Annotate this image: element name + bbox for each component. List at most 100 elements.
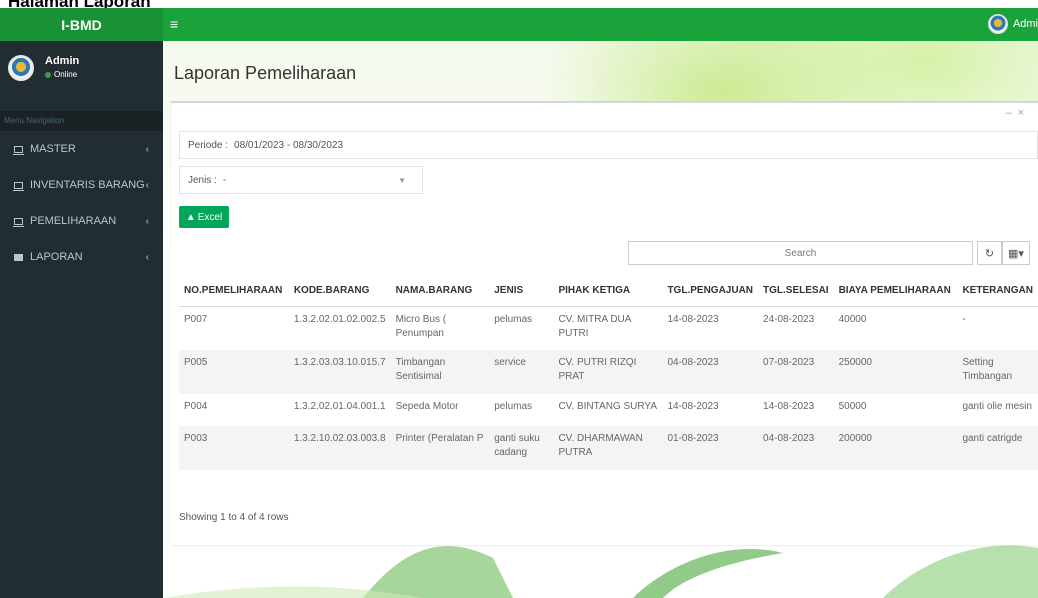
caret-down-icon: ▼ [398,175,406,185]
table-cell: service [489,350,554,394]
pagination-info: Showing 1 to 4 of 4 rows [179,512,289,523]
table-cell: 14-08-2023 [763,401,815,412]
table-cell: 14-08-2023 [667,401,719,412]
sidebar: Admin Online Menu Navigation MASTER ‹ IN… [0,41,163,598]
table-cell: 250000 [833,350,958,394]
sidebar-item-label: MASTER [30,143,76,155]
column-header[interactable]: JENIS [489,276,554,307]
box-tools: –× [1005,107,1030,119]
top-user-name: Admi [1012,18,1038,30]
table-row[interactable]: P004 1.3.2.02.01.04.001.1 Sepeda Motor p… [179,394,1038,426]
brand-logo[interactable]: I-BMD [0,8,163,41]
table-cell: ganti catrigde [957,426,1038,470]
table-cell: 1.3.2.02.01.04.001.1 [293,401,386,412]
table-cell: 04-08-2023 [662,350,759,394]
table-row[interactable]: P005 1.3.2.03.03.10.015.7 Timbangan Sent… [179,350,1038,394]
hamburger-menu-icon[interactable]: ≡ [170,16,178,32]
sidebar-item-inventaris-barang[interactable]: INVENTARIS BARANG ‹ [0,167,163,203]
table-cell: 1.3.2.02.01.02.002.5 [293,313,386,325]
column-header[interactable]: NO.PEMELIHARAAN [179,276,289,307]
refresh-button[interactable]: ↻ [977,241,1002,265]
search-input[interactable] [628,241,973,265]
content-area: Laporan Pemeliharaan –× Periode : 08/01/… [163,41,1038,598]
chevron-left-icon: ‹ [145,143,149,155]
column-header[interactable]: NAMA.BARANG [390,276,490,307]
column-header[interactable]: KODE.BARANG [288,276,391,307]
table-cell: 01-08-2023 [662,426,759,470]
table-cell: pelumas [494,313,533,325]
table-cell: 1.3.2.03.03.10.015.7 [288,350,391,394]
table-cell: pelumas [494,401,533,412]
upload-icon: ▲ [185,211,196,223]
table-cell: 50000 [838,401,867,412]
sidebar-item-label: INVENTARIS BARANG [30,179,145,191]
column-header[interactable]: TGL.PENGAJUAN [662,276,759,307]
avatar [8,55,34,81]
excel-button[interactable]: ▲ Excel [179,206,229,228]
table-cell: P005 [179,350,289,394]
envelope-icon [14,253,23,261]
table-cell: Sepeda Motor [395,401,459,412]
user-avatar-icon [987,14,1008,34]
column-header[interactable]: PIHAK KETIGA [553,276,663,307]
page-title: Laporan Pemeliharaan [174,63,357,83]
table-cell: ganti olie mesin [962,401,1032,412]
minimize-icon[interactable]: – [1005,107,1017,119]
table-cell: CV. BINTANG SURYA [558,401,657,412]
chevron-left-icon: ‹ [145,215,149,227]
columns-grid-icon: ▦▾ [1008,247,1024,260]
table-cell: 04-08-2023 [758,426,834,470]
table-cell: 07-08-2023 [758,350,834,394]
table-cell: CV. PUTRI RIZQI PRAT [553,350,663,394]
column-header[interactable]: KETERANGAN [957,276,1038,307]
table-cell: 1.3.2.10.02.03.003.8 [288,426,391,470]
user-status: Online [45,70,77,79]
table-cell: Printer (Peralatan P [390,426,490,470]
columns-toggle-button[interactable]: ▦▾ [1002,241,1030,265]
monitor-icon [13,181,24,191]
nav-header: Menu Navigation [0,111,163,131]
table-cell: 14-08-2023 [667,313,719,325]
sidebar-item-label: LAPORAN [30,251,83,263]
table-cell: CV. DHARMAWAN PUTRA [553,426,663,470]
monitor-icon [13,145,24,155]
chevron-left-icon: ‹ [145,179,149,191]
sidebar-item-laporan[interactable]: LAPORAN ‹ [0,239,163,275]
periode-value[interactable]: 08/01/2023 - 08/30/2023 [234,140,343,151]
table-row[interactable]: P003 1.3.2.10.02.03.003.8 Printer (Peral… [179,426,1038,470]
jenis-value: - [222,174,227,186]
sidebar-item-pemeliharaan[interactable]: PEMELIHARAAN ‹ [0,203,163,239]
sidebar-item-label: PEMELIHARAAN [30,215,117,227]
user-status-label: Online [54,70,78,79]
jenis-label: Jenis : [188,174,217,186]
table-cell: P004 [184,401,208,412]
monitor-icon [13,217,24,227]
table-header-row: NO.PEMELIHARAAN KODE.BARANG NAMA.BARANG … [179,276,1038,307]
maintenance-table: NO.PEMELIHARAAN KODE.BARANG NAMA.BARANG … [179,276,1038,470]
close-icon[interactable]: × [1018,107,1030,119]
refresh-icon: ↻ [984,247,995,260]
excel-button-label: Excel [197,211,223,223]
periode-filter[interactable]: Periode : 08/01/2023 - 08/30/2023 [179,131,1038,159]
table-cell: Setting Timbangan [957,350,1038,394]
table-cell: 40000 [838,313,867,325]
document-caption: Halaman Laporan [8,0,151,11]
sidebar-item-master[interactable]: MASTER ‹ [0,131,163,167]
jenis-select[interactable]: Jenis : - ▼ [179,166,423,194]
table-row[interactable]: P007 1.3.2.02.01.02.002.5 Micro Bus ( Pe… [179,306,1038,350]
table-cell: 24-08-2023 [763,313,815,325]
table-cell: ganti suku cadang [489,426,554,470]
column-header[interactable]: BIAYA PEMELIHARAAN [833,276,958,307]
top-navbar: I-BMD ≡ Admi [0,8,1038,41]
online-dot-icon [45,71,51,78]
table-cell: 200000 [833,426,958,470]
report-panel: –× Periode : 08/01/2023 - 08/30/2023 Jen… [171,101,1038,545]
periode-label: Periode : [188,139,229,151]
table-cell: P003 [179,426,289,470]
top-user-menu[interactable]: Admi [987,14,1038,34]
user-panel: Admin Online [0,41,163,111]
table-cell: Timbangan Sentisimal [390,350,490,394]
table-cell: - [962,313,966,325]
table-cell: Micro Bus ( Penumpan [395,313,447,339]
column-header[interactable]: TGL.SELESAI [758,276,834,307]
